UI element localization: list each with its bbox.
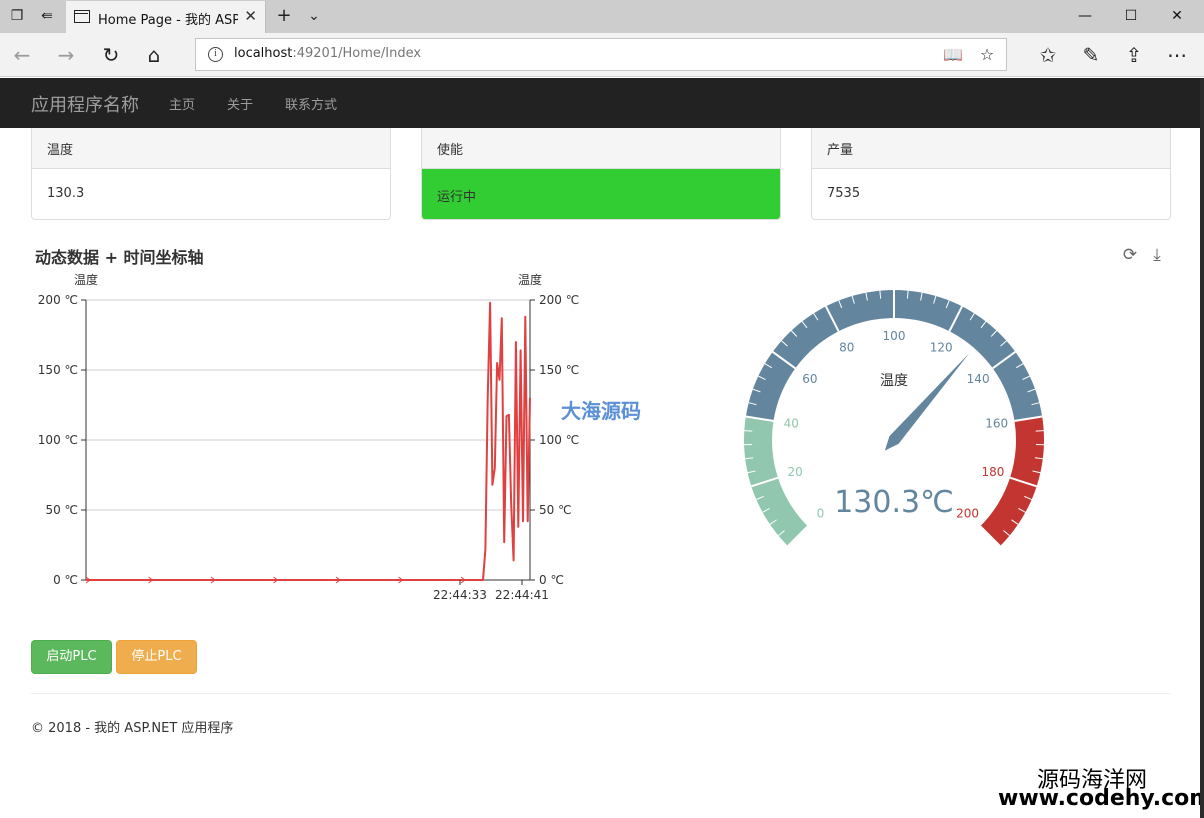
gauge-tick-label: 140 <box>967 372 990 386</box>
chart-watermark: 大海源码 <box>561 399 641 423</box>
gauge-tick-label: 100 <box>883 329 906 343</box>
gauge-tick-label: 180 <box>981 465 1004 479</box>
start-plc-button[interactable]: 启动PLC <box>31 640 112 674</box>
gauge-tick-label: 20 <box>787 465 802 479</box>
y-tick-label: 100 ℃ <box>38 433 78 447</box>
gauge-pointer <box>884 353 970 451</box>
y-tick-label: 200 ℃ <box>38 293 78 307</box>
gauge-tick-label: 40 <box>784 417 799 431</box>
window-edge <box>1200 78 1204 818</box>
y-tick-label: 0 ℃ <box>53 573 78 587</box>
y-axis-title-right: 温度 <box>518 272 542 287</box>
y-tick-label: 150 ℃ <box>38 363 78 377</box>
gauge-band-2 <box>980 416 1044 547</box>
gauge-band-0 <box>744 416 808 547</box>
footer-divider <box>31 693 1171 694</box>
y-tick-label-right: 50 ℃ <box>539 503 572 517</box>
gauge-title: 温度 <box>880 373 908 389</box>
x-tick-label: 22:44:33 <box>433 588 487 602</box>
y-tick-label-right: 200 ℃ <box>539 293 579 307</box>
gauge-tick-label: 120 <box>930 340 953 354</box>
chart-canvas: 0 ℃ 0 ℃ 50 ℃ 50 ℃ 100 ℃ 100 ℃ 150 ℃ 150 ℃ 200 ℃ 2… <box>38 272 1044 602</box>
x-tick-label: 22:44:41 <box>495 588 549 602</box>
y-tick-label-right: 100 ℃ <box>539 433 579 447</box>
gauge-minor-tick <box>1035 430 1044 432</box>
y-tick-label: 50 ℃ <box>45 503 78 517</box>
gauge-tick-label: 0 <box>817 507 825 521</box>
y-tick-label-right: 0 ℃ <box>539 573 564 587</box>
line-chart: 0 ℃ 0 ℃ 50 ℃ 50 ℃ 100 ℃ 100 ℃ 150 ℃ 150 ℃ 200 ℃ 2… <box>38 272 579 602</box>
footer-text: © 2018 - 我的 ASP.NET 应用程序 <box>31 721 234 736</box>
gauge-tick-label: 160 <box>985 417 1008 431</box>
gauge-tick-label: 80 <box>839 340 854 354</box>
y-axis-title: 温度 <box>74 272 98 287</box>
gauge-chart: 0 20 40 60 80 100 120 140 160 180 200 温度 130.3℃ <box>744 290 1044 547</box>
y-tick-label-right: 150 ℃ <box>539 363 579 377</box>
stop-plc-button[interactable]: 停止PLC <box>116 640 197 674</box>
site-watermark-url: www.codehy.com <box>998 786 1204 811</box>
gauge-tick-label: 60 <box>802 372 817 386</box>
gauge-minor-tick <box>744 430 753 432</box>
gauge-tick-label: 200 <box>956 507 979 521</box>
temperature-series-line <box>86 301 531 581</box>
gauge-detail-value: 130.3℃ <box>834 485 954 520</box>
